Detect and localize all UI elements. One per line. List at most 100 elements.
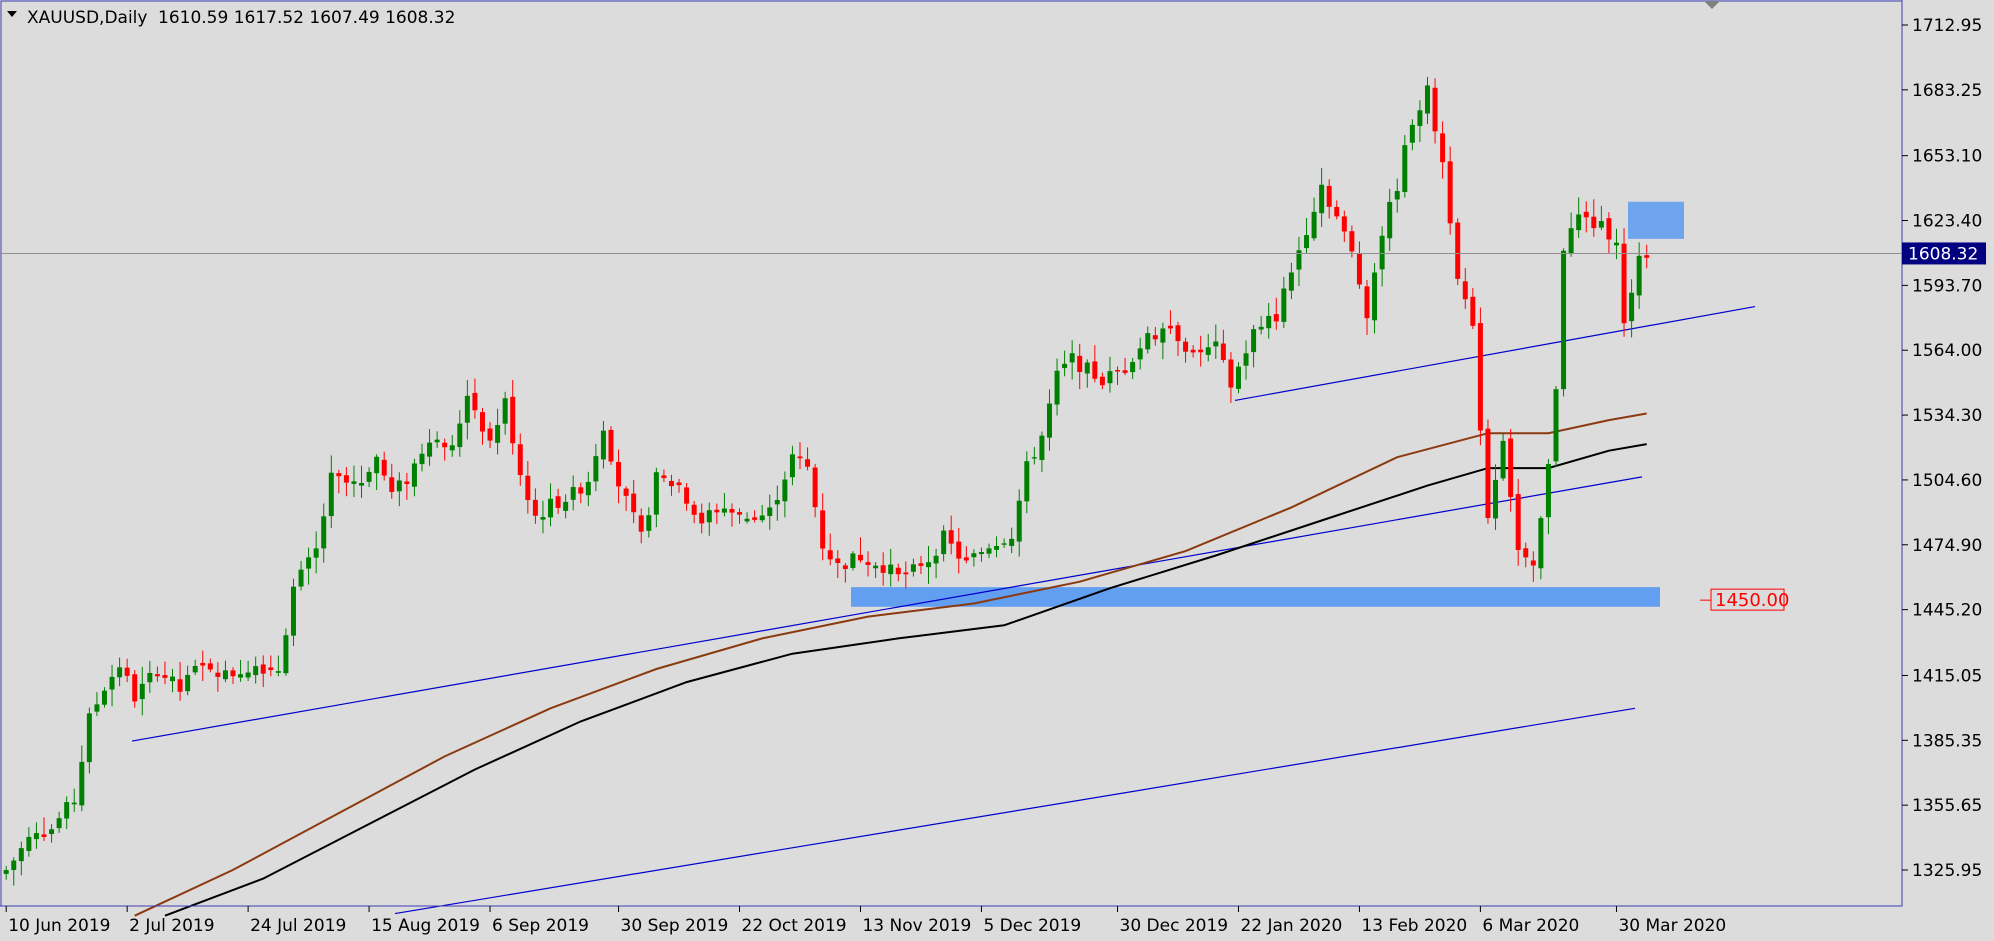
x-tick-label: 13 Nov 2019 bbox=[862, 916, 971, 936]
candle-body bbox=[797, 456, 803, 459]
price-chart[interactable]: 1712.95 1683.25 1653.10 1623.40 1593.70 1564.… bbox=[0, 0, 1994, 937]
candle-body bbox=[1356, 253, 1362, 285]
candle-body bbox=[525, 475, 531, 501]
candle-body bbox=[442, 442, 448, 448]
candle-body bbox=[79, 761, 85, 806]
candle-body bbox=[963, 557, 969, 561]
candle-body bbox=[207, 663, 213, 670]
candle-body bbox=[1175, 325, 1181, 342]
candle-body bbox=[464, 395, 470, 423]
candle-body bbox=[1576, 214, 1582, 231]
candle-body bbox=[1477, 323, 1483, 431]
candle-body bbox=[729, 509, 735, 513]
x-tick-label: 22 Jan 2020 bbox=[1240, 916, 1342, 936]
candle-body bbox=[600, 430, 606, 460]
y-tick-label: 1474.90 bbox=[1912, 536, 1982, 556]
candle-body bbox=[820, 510, 826, 549]
candle-body bbox=[457, 423, 463, 448]
candle-body bbox=[222, 670, 228, 680]
candle-body bbox=[1455, 222, 1461, 279]
candle-body bbox=[1485, 428, 1491, 518]
candle-body bbox=[555, 496, 561, 508]
candle-body bbox=[200, 662, 206, 666]
ohlc-values: 1610.59 1617.52 1607.49 1608.32 bbox=[158, 8, 455, 28]
candle-body bbox=[933, 555, 939, 564]
candle-body bbox=[1001, 543, 1007, 545]
candle-body bbox=[812, 467, 818, 508]
candle-body bbox=[1167, 325, 1173, 329]
candle-body bbox=[1379, 235, 1385, 270]
candle-body bbox=[215, 672, 221, 677]
candle-body bbox=[842, 565, 848, 569]
candle-body bbox=[1447, 161, 1453, 224]
candle-body bbox=[1009, 538, 1015, 546]
candle-body bbox=[767, 507, 773, 516]
chart-window[interactable]: 1712.95 1683.25 1653.10 1623.40 1593.70 1564.… bbox=[0, 0, 1994, 937]
candle-body bbox=[1039, 435, 1045, 461]
candle-body bbox=[162, 675, 168, 678]
candle-body bbox=[1372, 272, 1378, 321]
candle-body bbox=[1115, 369, 1121, 372]
y-tick-label: 1504.60 bbox=[1912, 471, 1982, 491]
candle-body bbox=[1311, 211, 1317, 239]
candle-body bbox=[1500, 440, 1506, 479]
candle-body bbox=[1273, 314, 1279, 322]
candle-body bbox=[994, 545, 1000, 550]
candle-body bbox=[64, 802, 70, 819]
candle-body bbox=[1515, 494, 1521, 551]
candle-body bbox=[978, 552, 984, 555]
candle-body bbox=[548, 498, 554, 518]
candle-body bbox=[1183, 341, 1189, 352]
candle-body bbox=[684, 487, 690, 504]
candle-body bbox=[646, 515, 652, 531]
candle-body bbox=[1152, 335, 1158, 340]
candle-body bbox=[313, 548, 319, 558]
candle-body bbox=[11, 860, 17, 870]
candle-body bbox=[986, 548, 992, 554]
candle-body bbox=[26, 836, 32, 851]
candle-body bbox=[1031, 457, 1037, 459]
candle-body bbox=[517, 444, 523, 476]
y-tick-label: 1653.10 bbox=[1912, 147, 1982, 167]
candle-body bbox=[192, 665, 198, 673]
candle-body bbox=[1530, 560, 1536, 566]
candle-body bbox=[752, 517, 758, 520]
candle-body bbox=[1553, 389, 1559, 462]
candle-body bbox=[759, 515, 765, 521]
candle-body bbox=[1046, 403, 1052, 438]
candle-body bbox=[623, 488, 629, 496]
candle-body bbox=[1591, 216, 1597, 229]
x-tick-label: 6 Mar 2020 bbox=[1482, 916, 1579, 936]
candle-body bbox=[616, 461, 622, 487]
candle-body bbox=[941, 530, 947, 555]
candle-body bbox=[351, 481, 357, 484]
candle-body bbox=[1266, 315, 1272, 329]
candle-body bbox=[94, 704, 100, 712]
candle-body bbox=[290, 586, 296, 636]
candle-body bbox=[147, 672, 153, 683]
candle-body bbox=[744, 518, 750, 522]
candle-body bbox=[1160, 328, 1166, 343]
candle-body bbox=[479, 412, 485, 432]
candle-body bbox=[737, 512, 743, 515]
candle-body bbox=[139, 683, 145, 700]
candle-body bbox=[298, 569, 304, 587]
candle-body bbox=[888, 564, 894, 575]
candle-body bbox=[1243, 353, 1249, 366]
y-tick-label: 1683.25 bbox=[1912, 81, 1982, 101]
candle-body bbox=[275, 671, 281, 673]
candle-body bbox=[1409, 124, 1415, 143]
candle-body bbox=[185, 674, 191, 692]
candle-body bbox=[668, 480, 674, 487]
candle-body bbox=[359, 482, 365, 486]
candle-body bbox=[336, 473, 342, 477]
candle-body bbox=[1568, 228, 1574, 254]
candle-body bbox=[926, 562, 932, 568]
candle-body bbox=[1613, 242, 1619, 246]
candle-body bbox=[434, 439, 440, 443]
candle-body bbox=[132, 674, 138, 702]
candle-body bbox=[268, 667, 274, 671]
candle-body bbox=[49, 829, 55, 835]
candle-body bbox=[578, 487, 584, 494]
candle-body bbox=[1334, 206, 1340, 217]
